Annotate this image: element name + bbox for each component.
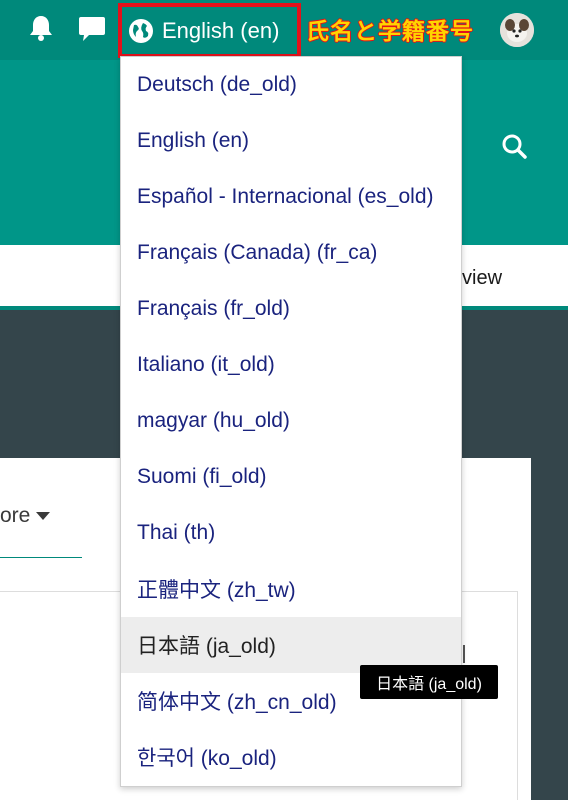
more-tab-label: ore xyxy=(0,504,31,527)
language-option[interactable]: Italiano (it_old) xyxy=(121,337,461,393)
language-menu-label: English (en) xyxy=(162,17,280,43)
tooltip: 日本語 (ja_old) xyxy=(360,665,498,699)
language-option[interactable]: Español - Internacional (es_old) xyxy=(121,169,461,225)
language-option[interactable]: 한국어 (ko_old) xyxy=(121,729,461,785)
language-option[interactable]: magyar (hu_old) xyxy=(121,393,461,449)
user-name-overlay: 氏名と学籍番号 xyxy=(306,19,474,45)
caret-down-icon xyxy=(36,512,51,521)
language-option[interactable]: Thai (th) xyxy=(121,505,461,561)
more-tab[interactable]: ore xyxy=(0,500,82,558)
language-menu-button[interactable]: English (en) xyxy=(118,3,301,58)
globe-icon xyxy=(128,18,154,44)
language-option[interactable]: English (en) xyxy=(121,113,461,169)
avatar[interactable] xyxy=(500,13,534,47)
language-option[interactable]: Deutsch (de_old) xyxy=(121,57,461,113)
bell-icon[interactable] xyxy=(26,12,56,44)
chat-bubble-icon[interactable] xyxy=(77,12,107,44)
language-option[interactable]: Français (Canada) (fr_ca) xyxy=(121,225,461,281)
search-icon[interactable] xyxy=(500,132,528,160)
tab-review[interactable]: view xyxy=(462,267,502,290)
language-option[interactable]: 正體中文 (zh_tw) xyxy=(121,561,461,617)
text-cursor-fragment xyxy=(463,645,465,663)
language-option[interactable]: Suomi (fi_old) xyxy=(121,449,461,505)
language-option[interactable]: Français (fr_old) xyxy=(121,281,461,337)
top-navbar: English (en) 氏名と学籍番号 xyxy=(0,0,568,60)
